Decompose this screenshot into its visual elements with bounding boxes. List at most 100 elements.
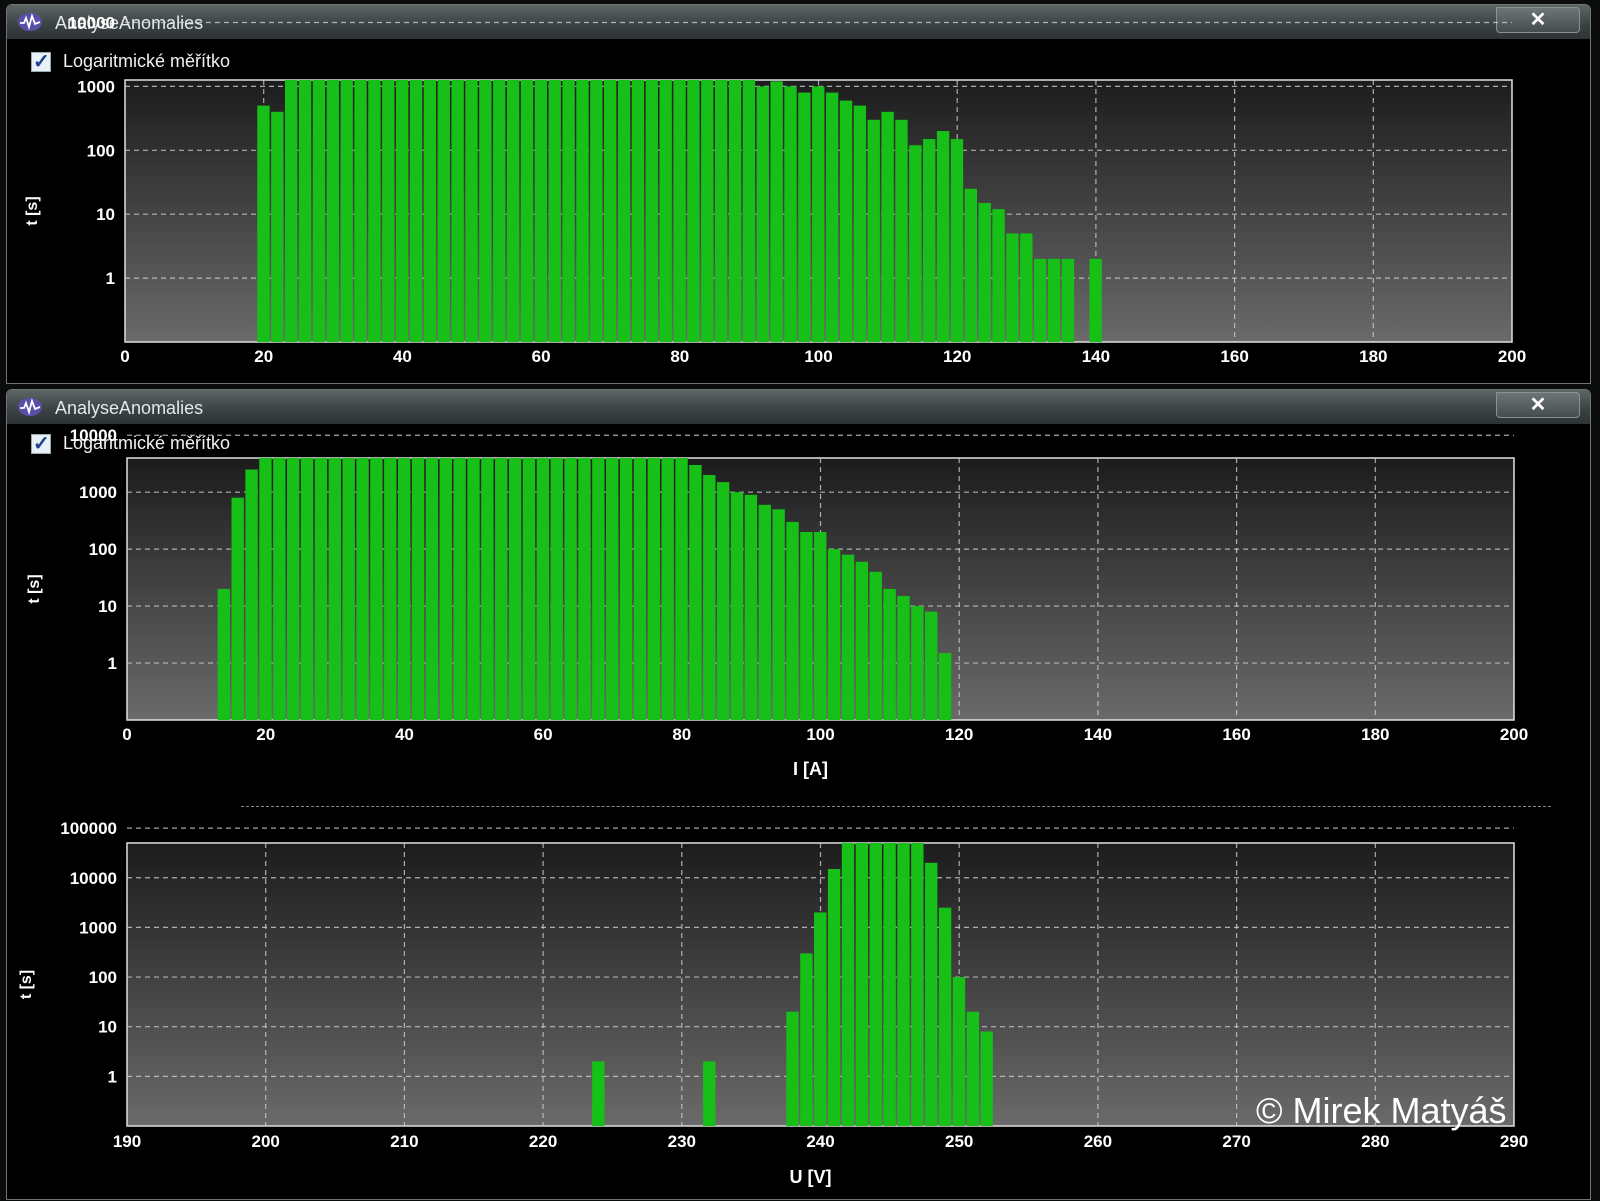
histogram-bar	[772, 509, 785, 720]
histogram-bar	[271, 111, 284, 342]
histogram-bar	[425, 458, 439, 720]
histogram-bar	[728, 80, 742, 342]
histogram-bar	[841, 843, 855, 1126]
y-tick-label: 1	[108, 654, 117, 673]
histogram-bar	[814, 531, 827, 720]
histogram-bar	[619, 458, 633, 720]
histogram-bar	[326, 80, 339, 342]
histogram-bar	[869, 571, 882, 720]
histogram-bar	[479, 80, 492, 342]
histogram-bar	[356, 458, 369, 720]
histogram-bar	[1047, 258, 1061, 342]
y-axis-label: t [s]	[18, 970, 35, 999]
histogram-bar	[257, 105, 270, 342]
histogram-bar	[758, 504, 771, 720]
histogram-bar	[978, 202, 991, 342]
histogram-bar	[451, 80, 464, 342]
x-tick-label: 260	[1084, 1132, 1112, 1151]
histogram-bar	[467, 458, 480, 720]
x-tick-label: 200	[1498, 347, 1526, 366]
histogram-bar	[273, 458, 286, 720]
x-tick-label: 40	[395, 725, 414, 744]
x-tick-label: 230	[668, 1132, 696, 1151]
x-tick-label: 20	[254, 347, 273, 366]
x-tick-label: 220	[529, 1132, 557, 1151]
histogram-bar	[883, 588, 896, 720]
histogram-bar	[550, 458, 563, 720]
histogram-bar	[673, 80, 686, 342]
histogram-bar	[800, 953, 813, 1126]
x-tick-label: 0	[120, 347, 129, 366]
histogram-bar	[576, 80, 589, 342]
histogram-bar	[562, 80, 575, 342]
x-tick-label: 40	[393, 347, 412, 366]
x-tick-label: 100	[804, 347, 832, 366]
histogram-bar	[437, 80, 450, 342]
histogram-bar	[950, 139, 964, 342]
x-tick-label: 140	[1084, 725, 1112, 744]
histogram-bar	[744, 494, 758, 720]
histogram-bar	[659, 80, 672, 342]
histogram-bar	[1061, 258, 1075, 342]
histogram-bar	[756, 86, 769, 342]
histogram-bar	[716, 482, 730, 720]
histogram-bar	[633, 458, 647, 720]
y-tick-label: 1	[106, 269, 115, 288]
histogram-bar	[508, 458, 522, 720]
x-tick-label: 180	[1361, 725, 1389, 744]
histogram-bar	[522, 458, 536, 720]
histogram-bar	[839, 100, 853, 342]
histogram-bar	[1006, 233, 1019, 342]
histogram-bar	[342, 458, 355, 720]
histogram-bar	[1020, 233, 1033, 342]
histogram-bar	[493, 80, 506, 342]
y-tick-label: 1000	[77, 77, 115, 96]
histogram-bar	[786, 521, 799, 720]
histogram-bar	[714, 80, 728, 342]
histogram-bar	[825, 92, 839, 342]
x-tick-label: 280	[1361, 1132, 1389, 1151]
x-tick-label: 80	[670, 347, 689, 366]
histogram-bar	[495, 458, 508, 720]
x-tick-label: 250	[945, 1132, 973, 1151]
x-tick-label: 200	[252, 1132, 280, 1151]
histogram-bar	[382, 80, 395, 342]
histogram-bar	[606, 458, 619, 720]
histogram-bar	[645, 80, 658, 342]
histogram-bar	[895, 119, 908, 343]
x-tick-label: 60	[534, 725, 553, 744]
histogram-bar	[411, 458, 425, 720]
histogram-bar	[853, 105, 867, 342]
histogram-bar	[800, 531, 813, 720]
histogram-bar	[647, 458, 660, 720]
histogram-bar	[703, 1061, 716, 1126]
y-tick-label: 10	[96, 205, 115, 224]
y-tick-label: 10000	[70, 426, 117, 445]
histogram-bar	[423, 80, 437, 342]
y-tick-label: 100	[89, 968, 117, 987]
y-tick-label: 1000	[79, 918, 117, 937]
analyse-window-current-top: AnalyseAnomalies ✕ Logaritmické měřítko …	[6, 4, 1591, 384]
histogram-bar	[812, 86, 825, 342]
histogram-bar	[564, 458, 577, 720]
histogram-bar	[925, 862, 938, 1126]
x-tick-label: 20	[256, 725, 275, 744]
y-tick-label: 10000	[70, 869, 117, 888]
histogram-bar	[1033, 258, 1047, 342]
histogram-bar	[992, 209, 1005, 342]
x-tick-label: 180	[1359, 347, 1387, 366]
histogram-bar	[592, 1061, 605, 1126]
histogram-bar	[936, 131, 950, 342]
histogram-bar	[1089, 258, 1102, 342]
histogram-bar	[395, 80, 409, 342]
histogram-bar	[548, 80, 561, 342]
histogram-bar	[730, 492, 744, 720]
histogram-bar	[439, 458, 452, 720]
histogram-bar	[481, 458, 494, 720]
histogram-bar	[980, 1031, 993, 1126]
histogram-bar	[897, 596, 910, 720]
histogram-bar	[245, 469, 258, 720]
histogram-bar	[506, 80, 520, 342]
histogram-bar	[701, 80, 714, 342]
histogram-bar	[259, 458, 272, 720]
